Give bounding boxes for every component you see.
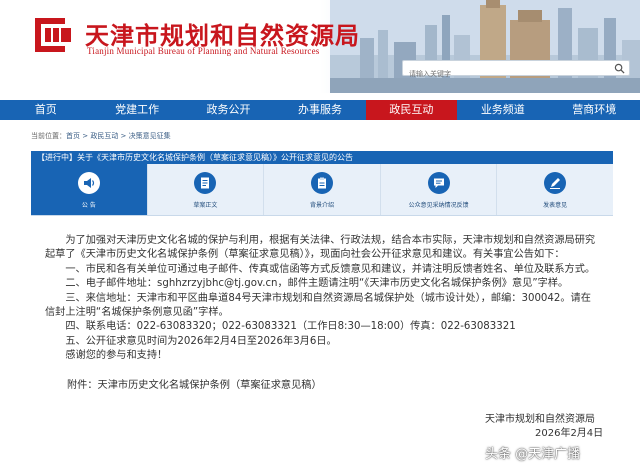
tab-icon-wrap (194, 172, 217, 194)
clipboard-icon (317, 177, 326, 189)
body-paragraph: 五、公开征求意见时间为2026年2月4日至2026年3月6日。 (45, 335, 337, 347)
main-nav: 首页 党建工作 政务公开 办事服务 政民互动 业务频道 营商环境 (0, 100, 640, 120)
nav-item-interaction[interactable]: 政民互动 (365, 100, 458, 120)
breadcrumb: 当前位置：首页 > 政民互动 > 决策意见征集 (31, 131, 171, 141)
tab-submit-opinion[interactable]: 发表意见 (497, 164, 613, 215)
nav-item-gov-affairs[interactable]: 政务公开 (183, 100, 274, 120)
tab-icon-wrap (77, 172, 100, 194)
nav-item-business[interactable]: 业务频道 (457, 100, 548, 120)
body-paragraph: 四、联系电话：022-63083320；022-63083321（工作日8:30… (45, 321, 516, 333)
tab-feedback[interactable]: 公众意见采纳情况反馈 (381, 164, 498, 215)
breadcrumb-link-consultation[interactable]: 决策意见征集 (129, 132, 171, 140)
signature-date: 2026年2月4日 (535, 428, 604, 439)
signature-organization: 天津市规划和自然资源局 (485, 414, 595, 425)
bureau-logo-icon (35, 18, 71, 52)
document-icon (201, 177, 210, 189)
body-paragraph: 为了加强对天津历史文化名城的保护与利用，根据有关法律、行政法规，结合本市实际，天… (45, 235, 596, 246)
pen-icon (550, 178, 561, 189)
tab-draft-text[interactable]: 草案正文 (148, 164, 265, 215)
body-paragraph: 三、来信地址：天津市和平区曲阜道84号天津市规划和自然资源局名城保护处（城市设计… (45, 292, 591, 304)
tab-icon-wrap (427, 172, 450, 194)
tab-announcement[interactable]: 公 告 (31, 164, 148, 215)
breadcrumb-link-interaction[interactable]: 政民互动 (90, 132, 118, 140)
body-paragraph: 感谢您的参与和支持！ (45, 350, 168, 362)
search-input[interactable] (403, 67, 603, 81)
tab-label: 公 告 (81, 202, 96, 209)
tab-label: 背景介绍 (309, 202, 334, 209)
body-paragraph: 起草了《天津市历史文化名城保护条例（草案征求意见稿）》，现面向社会公开征求意见和… (45, 249, 565, 261)
body-paragraph: 二、电子邮件地址：sghhzrzyjbhc@tj.gov.cn，邮件主题请注明“… (45, 278, 569, 290)
nav-item-environment[interactable]: 营商环境 (549, 100, 640, 120)
nav-item-party[interactable]: 党建工作 (91, 100, 182, 120)
tab-icon-wrap (544, 172, 567, 194)
article-tabs: 公 告 草案正文 背景介绍 公众意见采纳情况反馈 发表意见 (31, 164, 613, 216)
search-icon[interactable] (614, 63, 625, 74)
tab-label: 公众意见采纳情况反馈 (408, 202, 469, 209)
header-banner: 天津市规划和自然资源局 Tianjin Municipal Bureau of … (0, 0, 640, 93)
watermark: 头条 @天津广播 (485, 447, 581, 462)
body-paragraph: 一、市民和各有关单位可通过电子邮件、传真或信函等方式反馈意见和建议，并请注明反馈… (45, 263, 596, 275)
breadcrumb-prefix: 当前位置： (31, 132, 66, 140)
site-title-english: Tianjin Municipal Bureau of Planning and… (87, 46, 320, 56)
attachment-link[interactable]: 附件：天津市历史文化名城保护条例（草案征求意见稿） (67, 376, 322, 391)
tab-icon-wrap (310, 172, 333, 194)
tab-label: 发表意见 (543, 202, 568, 209)
feedback-icon (433, 178, 444, 188)
breadcrumb-separator: > (118, 132, 129, 140)
speaker-icon (83, 178, 94, 188)
nav-item-home[interactable]: 首页 (0, 100, 91, 120)
breadcrumb-separator: > (80, 132, 91, 140)
announcement-body: 为了加强对天津历史文化名城的保护与利用，根据有关法律、行政法规，结合本市实际，天… (45, 234, 620, 364)
tab-label: 草案正文 (193, 202, 218, 209)
nav-item-services[interactable]: 办事服务 (274, 100, 365, 120)
search-box[interactable] (402, 60, 630, 81)
article-title-bar: 【进行中】关于《天津市历史文化名城保护条例（草案征求意见稿）》公开征求意见的公告 (31, 151, 613, 164)
body-paragraph: 信封上注明“名城保护条例意见函”字样。 (45, 307, 229, 319)
tab-background[interactable]: 背景介绍 (264, 164, 381, 215)
breadcrumb-link-home[interactable]: 首页 (66, 132, 80, 140)
